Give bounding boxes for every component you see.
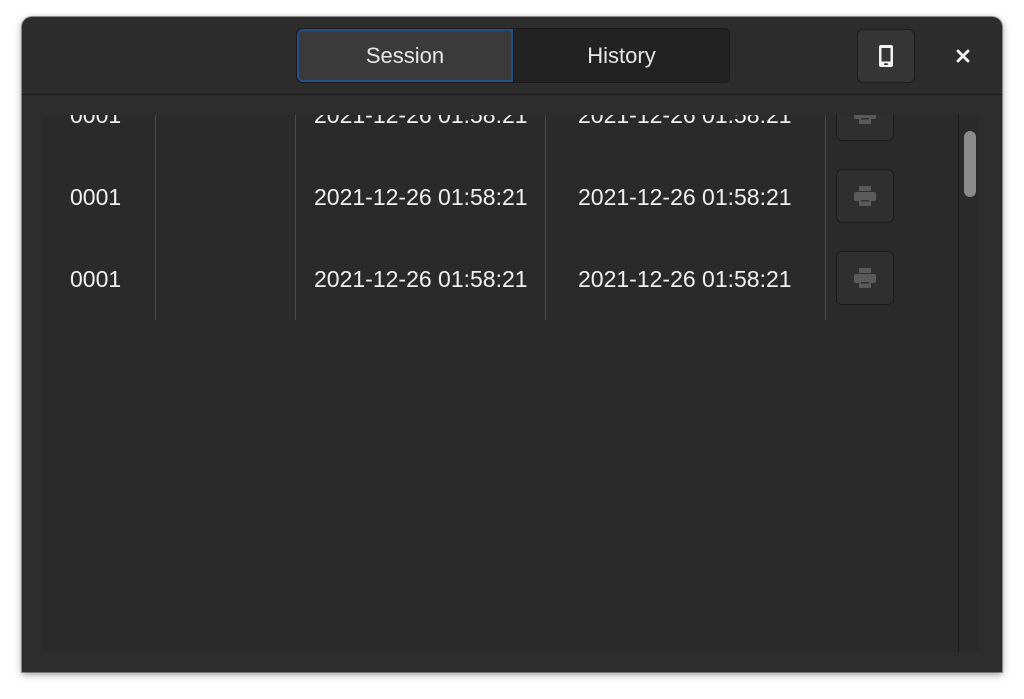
row-end-time: 2021-12-26 01:58:21 [578,183,792,210]
row-start-time: 2021-12-26 01:58:21 [314,115,528,156]
view-switcher: Session History [296,28,730,83]
printer-icon [854,268,876,288]
column-divider [545,238,546,320]
row-id: 0001 [70,265,122,292]
column-divider [545,156,546,238]
column-divider [295,238,296,320]
column-divider [155,156,156,238]
column-divider [155,238,156,320]
row-end-time: 2021-12-26 01:58:21 [578,265,792,292]
tab-history[interactable]: History [513,29,729,82]
column-divider [825,115,826,156]
table-row: 0001 2021-12-26 01:58:21 2021-12-26 01:5… [42,238,958,320]
column-divider [155,115,156,156]
printer-icon [854,115,876,124]
table-row: 0001 2021-12-26 01:58:21 2021-12-26 01:5… [42,156,958,238]
row-start-time: 2021-12-26 01:58:21 [314,183,528,210]
column-divider [545,115,546,156]
row-start-time: 2021-12-26 01:58:21 [314,265,528,292]
header-bar: Session History [22,17,1002,95]
tab-session[interactable]: Session [297,29,513,82]
app-window: Session History 0001 2021-12-26 01:58:21… [22,17,1002,672]
row-id: 0001 [70,115,121,156]
device-button[interactable] [857,29,915,83]
column-divider [295,156,296,238]
print-button[interactable] [836,169,894,223]
phone-icon [879,45,893,67]
print-button[interactable] [836,115,894,141]
column-divider [295,115,296,156]
printer-icon [854,186,876,206]
session-list: 0001 2021-12-26 01:58:21 2021-12-26 01:5… [42,115,979,652]
print-button[interactable] [836,251,894,305]
scrollbar-thumb[interactable] [964,131,976,197]
table-row: 0001 2021-12-26 01:58:21 2021-12-26 01:5… [42,115,958,156]
close-icon [956,49,970,63]
row-id: 0001 [70,183,122,210]
column-divider [825,156,826,238]
close-button[interactable] [944,39,982,73]
row-end-time: 2021-12-26 01:58:21 [578,115,792,156]
column-divider [825,238,826,320]
